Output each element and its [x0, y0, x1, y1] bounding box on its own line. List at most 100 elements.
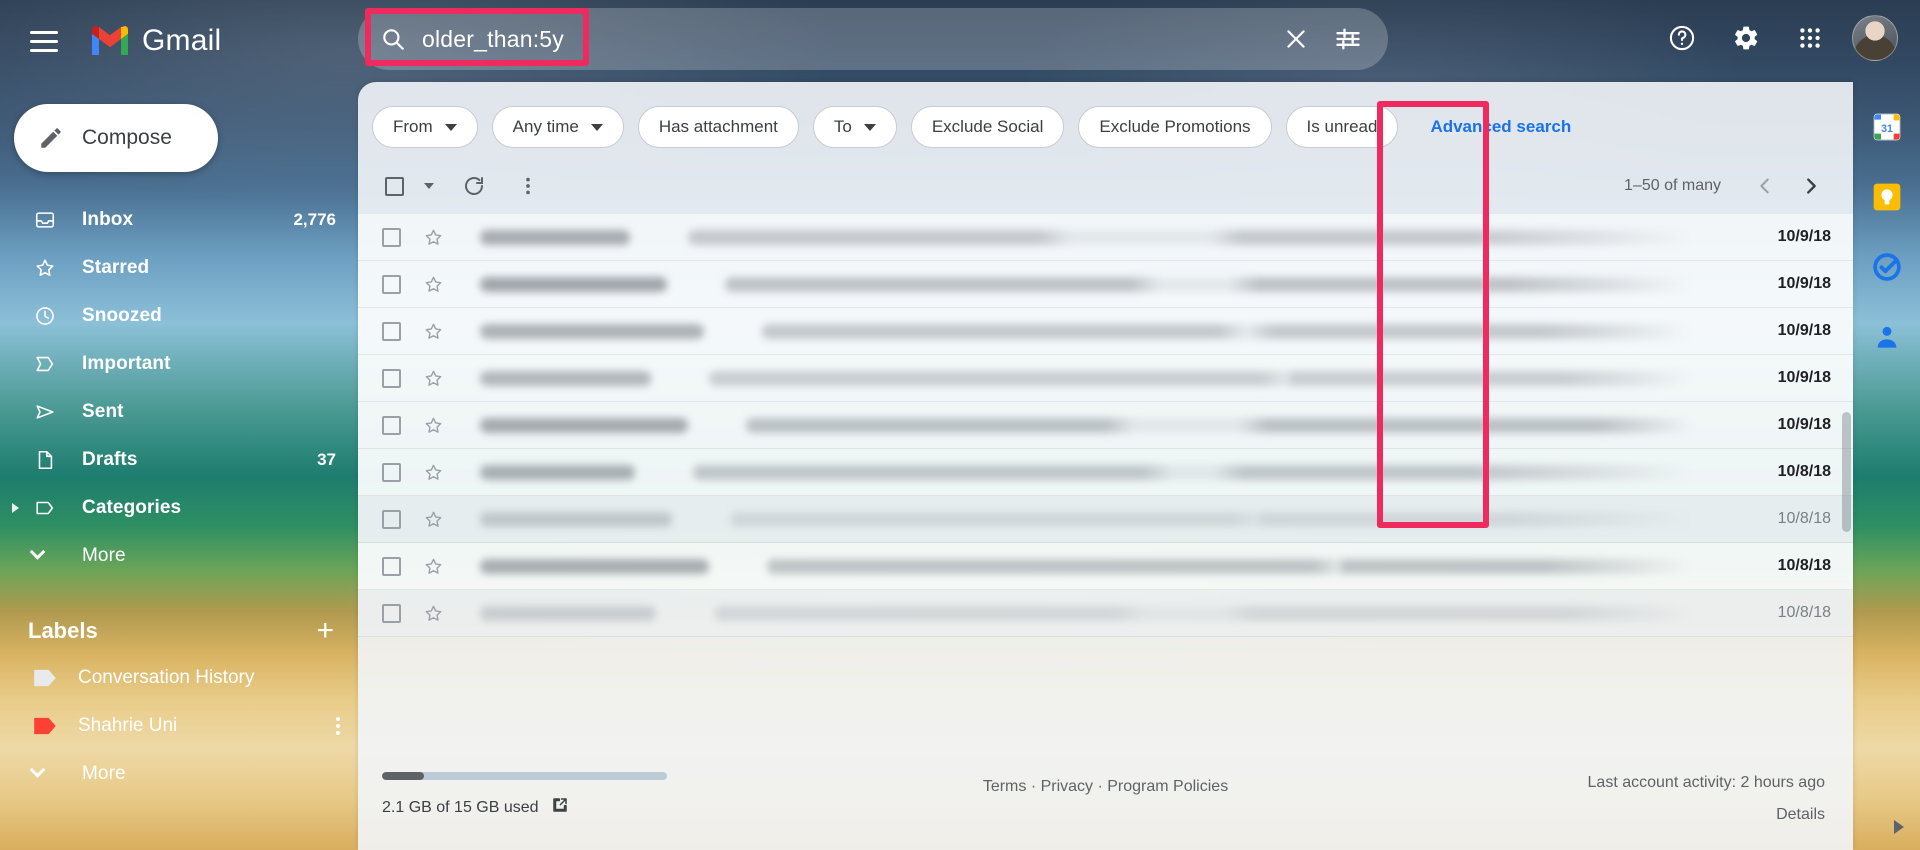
tasks-icon[interactable]: [1870, 250, 1904, 284]
mail-row[interactable]: 10/9/18: [358, 214, 1853, 261]
labels-more-button[interactable]: More: [0, 750, 358, 798]
chip-exclude-social[interactable]: Exclude Social: [910, 106, 1065, 148]
sidebar-item-categories[interactable]: Categories: [0, 484, 358, 532]
chip-exclude-promotions[interactable]: Exclude Promotions: [1078, 106, 1272, 148]
sidebar-item-label: Sent: [82, 401, 124, 422]
search-bar[interactable]: [358, 8, 1388, 70]
mail-sender-redacted: [480, 370, 651, 386]
sidebar-item-important[interactable]: Important: [0, 340, 358, 388]
mail-list-scrollbar[interactable]: [1842, 412, 1851, 532]
mail-sender-redacted: [480, 323, 704, 339]
mail-row-checkbox[interactable]: [382, 509, 401, 529]
mail-row-checkbox[interactable]: [382, 321, 401, 341]
chip-to[interactable]: To: [812, 106, 897, 148]
star-icon[interactable]: [423, 274, 444, 295]
mail-row-checkbox[interactable]: [382, 274, 401, 294]
last-activity-text: Last account activity: 2 hours ago: [1587, 774, 1825, 791]
send-icon: [28, 401, 62, 423]
star-icon[interactable]: [423, 556, 444, 577]
label-item-label: Shahrie Uni: [78, 715, 178, 736]
label-item-conversation-history[interactable]: Conversation History: [0, 654, 358, 702]
keep-icon[interactable]: [1870, 180, 1904, 214]
sidebar-item-count: 37: [317, 450, 336, 469]
star-icon[interactable]: [423, 415, 444, 436]
search-options-icon[interactable]: [1322, 13, 1374, 65]
star-icon[interactable]: [423, 368, 444, 389]
mail-subject-redacted: [730, 511, 1693, 527]
chevron-left-icon[interactable]: [1745, 166, 1785, 206]
sidebar-item-starred[interactable]: Starred: [0, 244, 358, 292]
contacts-icon[interactable]: [1870, 320, 1904, 354]
sidebar-item-label: Inbox: [82, 209, 134, 230]
sidebar-item-label: More: [82, 545, 126, 566]
label-item-shahrie-uni[interactable]: Shahrie Uni: [0, 702, 358, 750]
mail-row[interactable]: 10/8/18: [358, 590, 1853, 637]
mail-row-checkbox[interactable]: [382, 556, 401, 576]
chip-label: Any time: [512, 117, 579, 136]
mail-row-checkbox[interactable]: [382, 415, 401, 435]
chip-any-time[interactable]: Any time: [491, 106, 624, 148]
gear-icon[interactable]: [1718, 10, 1774, 66]
calendar-icon[interactable]: 31: [1870, 110, 1904, 144]
sidebar-item-sent[interactable]: Sent: [0, 388, 358, 436]
sidebar-item-drafts[interactable]: Drafts 37: [0, 436, 358, 484]
caret-right-icon[interactable]: [12, 503, 19, 513]
mail-subject-redacted: [709, 370, 1693, 386]
mail-date: 10/8/18: [1777, 463, 1831, 480]
chip-from[interactable]: From: [372, 106, 478, 148]
mail-row[interactable]: 10/8/18: [358, 496, 1853, 543]
pagination-range: 1–50 of many: [1624, 177, 1721, 194]
chevron-down-icon: [590, 123, 603, 131]
select-all-checkbox[interactable]: [372, 164, 416, 208]
sidebar-item-inbox[interactable]: Inbox 2,776: [0, 196, 358, 244]
search-input[interactable]: [422, 25, 1270, 53]
sidebar-item-snoozed[interactable]: Snoozed: [0, 292, 358, 340]
mail-row[interactable]: 10/9/18: [358, 402, 1853, 449]
star-icon[interactable]: [423, 509, 444, 530]
close-icon[interactable]: [1270, 13, 1322, 65]
star-icon[interactable]: [423, 227, 444, 248]
mail-row[interactable]: 10/9/18: [358, 261, 1853, 308]
mail-row[interactable]: 10/8/18: [358, 543, 1853, 590]
left-sidebar: Compose Inbox 2,776 Starred Snoozed Impo…: [0, 82, 358, 850]
details-link[interactable]: Details: [1588, 806, 1825, 824]
gmail-brand[interactable]: Gmail: [88, 24, 221, 58]
advanced-search-link[interactable]: Advanced search: [1430, 117, 1571, 137]
chip-is-unread[interactable]: Is unread: [1285, 106, 1399, 148]
chip-has-attachment[interactable]: Has attachment: [637, 106, 799, 148]
storage-text-row: 2.1 GB of 15 GB used: [382, 796, 682, 819]
hamburger-icon[interactable]: [14, 11, 74, 71]
right-side-panel: 31: [1853, 82, 1920, 850]
mail-row[interactable]: 10/8/18: [358, 449, 1853, 496]
svg-text:31: 31: [1881, 123, 1893, 135]
refresh-button[interactable]: [452, 164, 496, 208]
apps-grid-icon[interactable]: [1782, 10, 1838, 66]
mail-date: 10/8/18: [1777, 604, 1831, 621]
star-icon[interactable]: [423, 603, 444, 624]
more-vertical-icon[interactable]: [336, 717, 340, 735]
help-icon[interactable]: [1654, 10, 1710, 66]
external-link-icon[interactable]: [551, 796, 569, 819]
star-icon[interactable]: [423, 321, 444, 342]
compose-button[interactable]: Compose: [14, 104, 218, 172]
mail-row-checkbox[interactable]: [382, 227, 401, 247]
mail-row[interactable]: 10/9/18: [358, 308, 1853, 355]
header-action-icons: [1654, 10, 1908, 66]
chip-label: Exclude Social: [931, 117, 1044, 136]
legal-links[interactable]: Terms · Privacy · Program Policies: [983, 778, 1228, 796]
sidebar-item-more[interactable]: More: [0, 532, 358, 580]
mail-row-checkbox[interactable]: [382, 368, 401, 388]
mail-row-checkbox[interactable]: [382, 462, 401, 482]
more-options-button[interactable]: [506, 164, 550, 208]
select-all-dropdown-icon[interactable]: [424, 183, 434, 189]
mail-subject-redacted: [767, 558, 1693, 574]
avatar[interactable]: [1852, 15, 1898, 61]
chevron-right-icon[interactable]: [1791, 166, 1831, 206]
mail-row-checkbox[interactable]: [382, 603, 401, 623]
tag-icon: [28, 497, 62, 519]
mail-row[interactable]: 10/9/18: [358, 355, 1853, 402]
plus-icon[interactable]: +: [316, 616, 334, 646]
star-icon[interactable]: [423, 462, 444, 483]
mail-date: 10/9/18: [1777, 322, 1831, 339]
chevron-right-icon[interactable]: [1894, 820, 1904, 834]
